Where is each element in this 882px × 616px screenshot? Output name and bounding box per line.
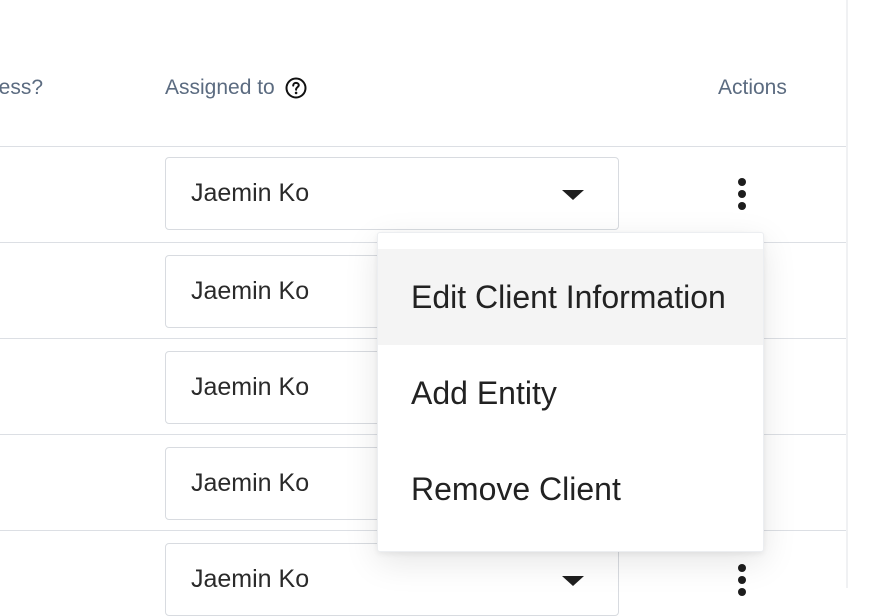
assigned-to-select[interactable]: Jaemin Ko [165,157,619,230]
assigned-to-value: Jaemin Ko [191,179,310,207]
assigned-to-value: Jaemin Ko [191,373,310,401]
row-actions-menu: Edit Client Information Add Entity Remov… [377,232,764,552]
more-vertical-icon[interactable] [732,562,752,598]
column-header-partial: less? [0,76,44,99]
assigned-to-value: Jaemin Ko [191,277,310,305]
assigned-to-select[interactable]: Jaemin Ko [165,543,619,616]
menu-item-add-entity[interactable]: Add Entity [378,345,763,441]
menu-item-edit-client-information[interactable]: Edit Client Information [378,249,763,345]
question-circle-icon[interactable] [285,77,307,99]
more-vertical-icon[interactable] [732,176,752,212]
assigned-to-value: Jaemin Ko [191,565,310,593]
caret-down-icon [562,190,584,200]
page-background-strip [848,0,882,588]
column-header-actions: Actions [718,76,787,99]
assigned-to-value: Jaemin Ko [191,469,310,497]
column-header-assigned-to: Assigned to [165,76,307,100]
menu-item-remove-client[interactable]: Remove Client [378,441,763,537]
column-header-assigned-to-label: Assigned to [165,76,275,99]
row-divider [0,146,846,147]
caret-down-icon [562,576,584,586]
